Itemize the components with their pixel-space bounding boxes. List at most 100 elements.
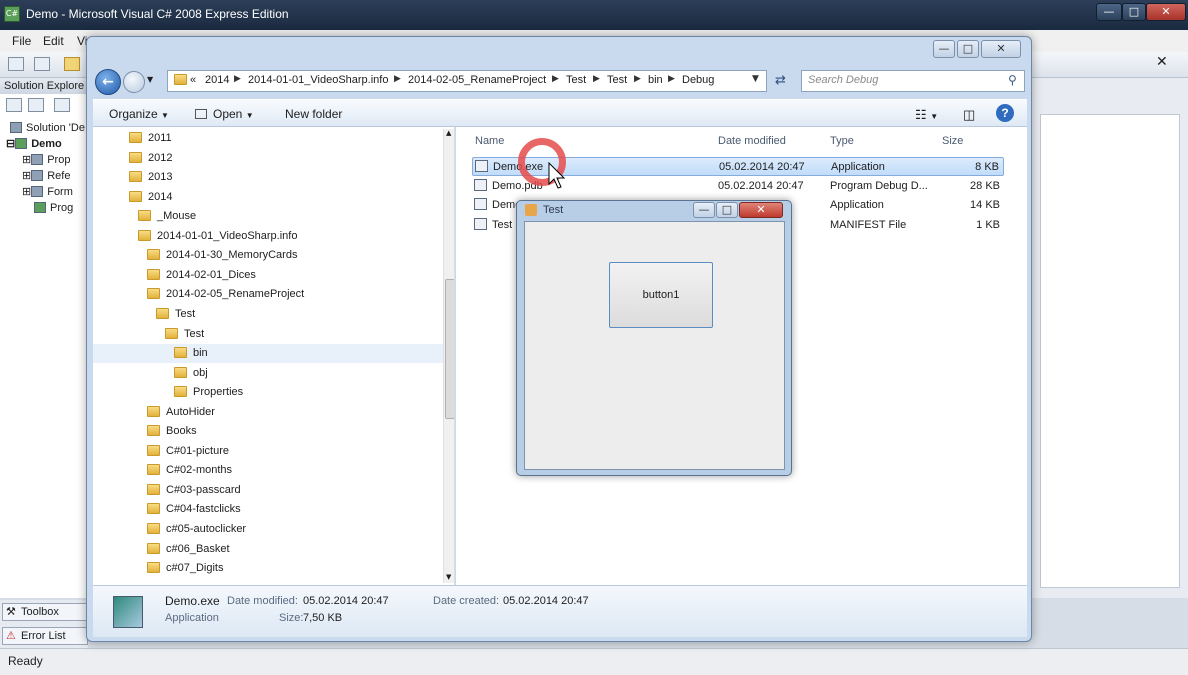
search-icon[interactable]: ⚲ <box>1008 73 1017 87</box>
crumb-2014[interactable]: 2014 <box>205 74 229 86</box>
address-bar[interactable]: « 2014 ▶ 2014-01-01_VideoSharp.info ▶ 20… <box>167 70 767 92</box>
column-type[interactable]: Type <box>830 135 854 147</box>
tree-item[interactable]: c#07_Digits <box>147 559 223 578</box>
tree-item[interactable]: C#04-fastclicks <box>147 500 241 519</box>
vs-window-title: Demo - Microsoft Visual C# 2008 Express … <box>26 7 289 21</box>
tree-item-label: 2014 <box>148 190 173 203</box>
form-minimize-button[interactable]: — <box>693 202 715 218</box>
folder-icon <box>147 464 160 476</box>
crumb-test-2[interactable]: Test <box>607 74 627 86</box>
preview-pane-icon[interactable]: ◫ <box>963 107 975 123</box>
new-folder-button[interactable]: New folder <box>285 107 342 121</box>
minimize-button[interactable]: — <box>1096 3 1122 21</box>
new-project-icon[interactable] <box>8 57 24 71</box>
file-icon <box>475 160 488 172</box>
open-folder-icon[interactable] <box>64 57 80 71</box>
scrollbar-thumb[interactable] <box>445 279 454 419</box>
tree-item[interactable]: Test <box>165 325 204 344</box>
refresh-icon[interactable] <box>54 98 70 112</box>
organize-button[interactable]: Organize ▼ <box>109 107 169 121</box>
explorer-close-button[interactable]: ✕ <box>981 40 1021 58</box>
crumb-debug[interactable]: Debug <box>682 74 714 86</box>
properties-icon[interactable] <box>6 98 22 112</box>
status-text: Ready <box>8 654 43 668</box>
open-button[interactable]: Open ▼ <box>195 107 254 121</box>
tree-item[interactable]: 2012 <box>129 149 172 168</box>
form-icon <box>31 186 44 197</box>
help-icon[interactable]: ? <box>996 104 1014 122</box>
navigation-scrollbar[interactable]: ▲ ▼ <box>443 129 454 583</box>
folder-icon <box>147 444 160 456</box>
scroll-up-icon[interactable]: ▲ <box>446 129 451 137</box>
project-node[interactable]: ⊟ Demo <box>6 136 62 152</box>
solution-explorer-header: Solution Explore <box>0 78 88 94</box>
menu-file[interactable]: File <box>12 34 31 48</box>
recent-pages-icon[interactable]: ▼ <box>147 75 153 84</box>
column-name[interactable]: Name <box>475 135 504 147</box>
form-close-button[interactable]: ✕ <box>739 202 783 218</box>
tree-item[interactable]: bin <box>93 344 443 364</box>
address-dropdown-icon[interactable]: ▼ <box>752 74 759 84</box>
back-button[interactable]: ← <box>95 69 121 95</box>
tree-item[interactable]: 2014-01-01_VideoSharp.info <box>138 227 297 246</box>
tree-item[interactable]: C#01-picture <box>147 442 229 461</box>
tree-item[interactable]: AutoHider <box>147 403 215 422</box>
properties-node[interactable]: ⊞ Prop <box>22 152 70 168</box>
add-item-icon[interactable] <box>34 57 50 71</box>
tree-item-label: c#05-autoclicker <box>166 523 247 535</box>
toolbox-tab[interactable]: ⚒ Toolbox <box>2 603 88 621</box>
tree-item[interactable]: _Mouse <box>138 207 196 226</box>
tree-item[interactable]: 2011 <box>129 129 172 148</box>
maximize-button[interactable]: □ <box>1122 3 1146 21</box>
tree-item[interactable]: 2014 <box>129 188 172 207</box>
editor-area <box>1032 78 1188 598</box>
crumb-separator-icon[interactable]: ▶ <box>552 74 559 84</box>
tree-item[interactable]: 2014-02-01_Dices <box>147 266 256 285</box>
close-panel-icon[interactable]: ✕ <box>1156 54 1168 70</box>
solution-node[interactable]: Solution 'De <box>10 120 85 136</box>
crumb-bin[interactable]: bin <box>648 74 663 86</box>
tree-item[interactable]: obj <box>174 364 208 383</box>
overflow-icon[interactable]: « <box>190 74 196 86</box>
tree-item-label: c#06_Basket <box>166 542 230 555</box>
scroll-down-icon[interactable]: ▼ <box>446 573 451 581</box>
column-size[interactable]: Size <box>942 135 963 147</box>
tree-item[interactable]: Books <box>147 422 197 441</box>
error-list-tab[interactable]: ⚠ Error List <box>2 627 88 645</box>
explorer-minimize-button[interactable]: — <box>933 40 955 58</box>
explorer-maximize-button[interactable]: □ <box>957 40 979 58</box>
tree-item[interactable]: C#02-months <box>147 461 232 480</box>
references-node[interactable]: ⊞ Refe <box>22 168 70 184</box>
refresh-icon[interactable]: ⇄ <box>775 73 786 88</box>
button1[interactable]: button1 <box>609 262 713 328</box>
tree-item[interactable]: 2014-01-30_MemoryCards <box>147 246 297 265</box>
tree-item[interactable]: 2013 <box>129 168 172 187</box>
form-maximize-button[interactable]: □ <box>716 202 738 218</box>
test-form-window[interactable]: Test — □ ✕ button1 <box>516 200 792 476</box>
tree-item[interactable]: c#06_Basket <box>147 540 230 559</box>
crumb-test[interactable]: Test <box>566 74 586 86</box>
crumb-separator-icon[interactable]: ▶ <box>593 74 600 84</box>
tree-item[interactable]: Properties <box>174 383 243 402</box>
program-node[interactable]: Prog <box>34 200 73 216</box>
crumb-videosharp[interactable]: 2014-01-01_VideoSharp.info <box>248 74 388 86</box>
show-all-files-icon[interactable] <box>28 98 44 112</box>
close-button[interactable]: ✕ <box>1146 3 1186 21</box>
column-date-modified[interactable]: Date modified <box>718 135 786 147</box>
tree-item[interactable]: 2014-02-05_RenameProject <box>147 285 304 304</box>
crumb-renameproject[interactable]: 2014-02-05_RenameProject <box>408 74 546 86</box>
tree-item[interactable]: Test <box>156 305 195 324</box>
form-node[interactable]: ⊞ Form <box>22 184 73 200</box>
details-pane: Demo.exe Application Date modified: 05.0… <box>93 585 1027 637</box>
crumb-separator-icon[interactable]: ▶ <box>394 74 401 84</box>
tree-item[interactable]: C#03-passcard <box>147 481 241 500</box>
crumb-separator-icon[interactable]: ▶ <box>234 74 241 84</box>
crumb-separator-icon[interactable]: ▶ <box>634 74 641 84</box>
tree-item[interactable]: c#05-autoclicker <box>147 520 246 539</box>
crumb-separator-icon[interactable]: ▶ <box>668 74 675 84</box>
view-options-icon[interactable]: ☷ ▼ <box>915 107 938 123</box>
search-box[interactable]: Search Debug ⚲ <box>801 70 1025 92</box>
menu-edit[interactable]: Edit <box>43 34 64 48</box>
forward-button[interactable] <box>123 71 145 93</box>
tree-item-label: Books <box>166 425 197 438</box>
